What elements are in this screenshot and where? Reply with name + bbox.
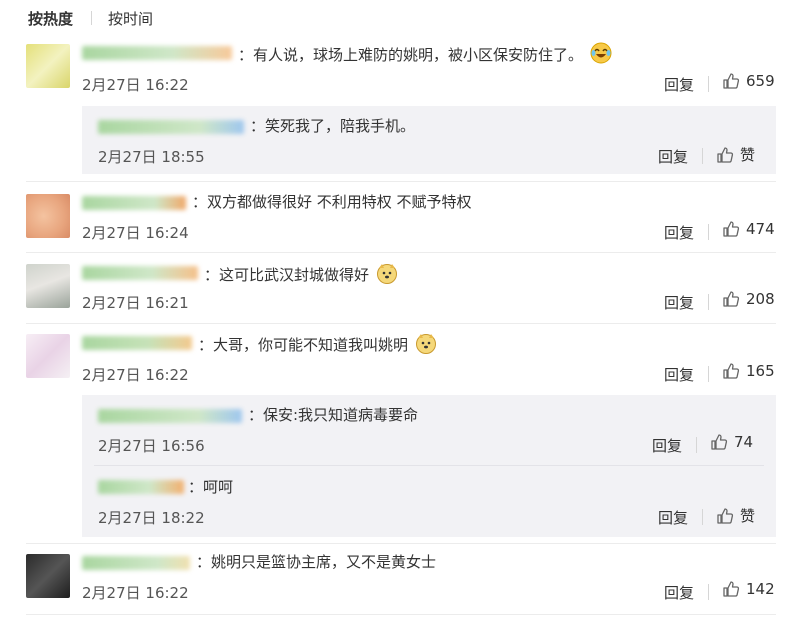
tab-divider: [91, 11, 93, 25]
comment-time: 2月27日 16:22: [82, 76, 189, 94]
action-divider: [702, 148, 703, 164]
thumbs-up-icon: [717, 507, 734, 524]
username-blurred[interactable]: [98, 120, 244, 134]
action-divider: [708, 366, 709, 382]
like-count: 142: [746, 580, 775, 598]
like-count: 659: [746, 72, 775, 90]
reply-button[interactable]: 回复: [664, 222, 694, 243]
comment-item: ：双方都做得很好 不利用特权 不赋予特权 2月27日 16:24 回复 474: [0, 186, 800, 246]
action-divider: [708, 294, 709, 310]
doge-emoji-icon: [376, 262, 398, 289]
thumbs-up-icon: [723, 581, 740, 597]
comment-item: ：姚明只是篮协主席，又不是黄女士 2月27日 16:22 回复 142: [0, 546, 800, 606]
username-blurred[interactable]: [82, 46, 232, 60]
reply-button[interactable]: 回复: [652, 435, 682, 456]
reply-button[interactable]: 回复: [658, 146, 688, 167]
reply-item: ：保安:我只知道病毒要命 2月27日 16:56 回复 74: [82, 395, 776, 465]
like-button[interactable]: 赞: [716, 144, 755, 165]
like-button[interactable]: 208: [722, 290, 775, 308]
action-divider: [702, 509, 703, 525]
like-button[interactable]: 赞: [716, 505, 755, 526]
action-divider: [696, 437, 697, 453]
reply-time: 2月27日 18:22: [98, 509, 205, 527]
username-blurred[interactable]: [82, 556, 190, 570]
comment-item: ：有人说，球场上难防的姚明，被小区保安防住了。 2月27日 16:22 回复 6…: [0, 38, 800, 98]
like-button[interactable]: 142: [722, 580, 775, 598]
like-count: 208: [746, 290, 775, 308]
reply-text: ：呵呵: [188, 478, 234, 496]
divider: [26, 181, 776, 182]
thumbs-up-icon: [711, 434, 728, 450]
like-button[interactable]: 165: [722, 362, 775, 380]
comment-time: 2月27日 16:24: [82, 224, 189, 242]
like-button[interactable]: 474: [722, 220, 775, 238]
username-blurred[interactable]: [82, 336, 192, 350]
reply-item: ：呵呵 2月27日 18:22 回复 赞: [82, 467, 776, 537]
username-blurred[interactable]: [82, 196, 186, 210]
doge-emoji-icon: [415, 332, 437, 359]
like-button[interactable]: 659: [722, 72, 775, 90]
like-count: 74: [734, 433, 754, 451]
reply-button[interactable]: 回复: [664, 74, 694, 95]
reply-button[interactable]: 回复: [664, 364, 694, 385]
reply-button[interactable]: 回复: [664, 582, 694, 603]
comment-time: 2月27日 16:22: [82, 584, 189, 602]
avatar[interactable]: [26, 44, 70, 88]
thumbs-up-icon: [723, 73, 740, 89]
comment-time: 2月27日 16:21: [82, 294, 189, 312]
reply-list: ：保安:我只知道病毒要命 2月27日 16:56 回复 74 ：呵呵 2月27日…: [82, 395, 776, 537]
reply-time: 2月27日 18:55: [98, 148, 205, 166]
sort-tabs: 按热度 按时间: [28, 6, 153, 30]
reply-button[interactable]: 回复: [664, 292, 694, 313]
reply-text: ：保安:我只知道病毒要命: [248, 406, 419, 424]
comment-text: ：双方都做得很好 不利用特权 不赋予特权: [192, 193, 472, 211]
username-blurred[interactable]: [82, 266, 198, 280]
reply-button[interactable]: 回复: [658, 507, 688, 528]
reply-text: ：笑死我了，陪我手机。: [250, 117, 416, 135]
tab-sort-by-hot[interactable]: 按热度: [28, 8, 73, 29]
divider: [26, 252, 776, 253]
comment-item: ：大哥，你可能不知道我叫姚明 2月27日 16:22 回复 165: [0, 326, 800, 386]
thumbs-up-icon: [723, 221, 740, 237]
username-blurred[interactable]: [98, 409, 242, 423]
thumbs-up-icon: [723, 363, 740, 379]
like-label: 赞: [740, 507, 756, 525]
reply-item: ：笑死我了，陪我手机。 2月27日 18:55 回复 赞: [82, 106, 776, 174]
avatar[interactable]: [26, 334, 70, 378]
avatar[interactable]: [26, 264, 70, 308]
like-count: 474: [746, 220, 775, 238]
tab-sort-by-time[interactable]: 按时间: [108, 8, 153, 29]
divider: [26, 323, 776, 324]
comment-time: 2月27日 16:22: [82, 366, 189, 384]
avatar[interactable]: [26, 194, 70, 238]
like-count: 165: [746, 362, 775, 380]
laugh-cry-emoji-icon: [590, 42, 612, 69]
reply-divider: [94, 465, 764, 466]
like-button[interactable]: 74: [710, 433, 753, 451]
action-divider: [708, 76, 709, 92]
divider: [26, 614, 776, 615]
divider: [26, 543, 776, 544]
comment-text: ：大哥，你可能不知道我叫姚明: [198, 332, 437, 359]
avatar[interactable]: [26, 554, 70, 598]
comment-text: ：有人说，球场上难防的姚明，被小区保安防住了。: [238, 42, 612, 69]
username-blurred[interactable]: [98, 480, 184, 494]
reply-list: ：笑死我了，陪我手机。 2月27日 18:55 回复 赞: [82, 106, 776, 174]
thumbs-up-icon: [723, 291, 740, 307]
action-divider: [708, 584, 709, 600]
comment-item: ：这可比武汉封城做得好 2月27日 16:21 回复 208: [0, 256, 800, 316]
action-divider: [708, 224, 709, 240]
comment-text: ：这可比武汉封城做得好: [204, 262, 398, 289]
reply-time: 2月27日 16:56: [98, 437, 205, 455]
thumbs-up-icon: [717, 146, 734, 163]
like-label: 赞: [740, 146, 756, 164]
comment-text: ：姚明只是篮协主席，又不是黄女士: [196, 553, 437, 571]
